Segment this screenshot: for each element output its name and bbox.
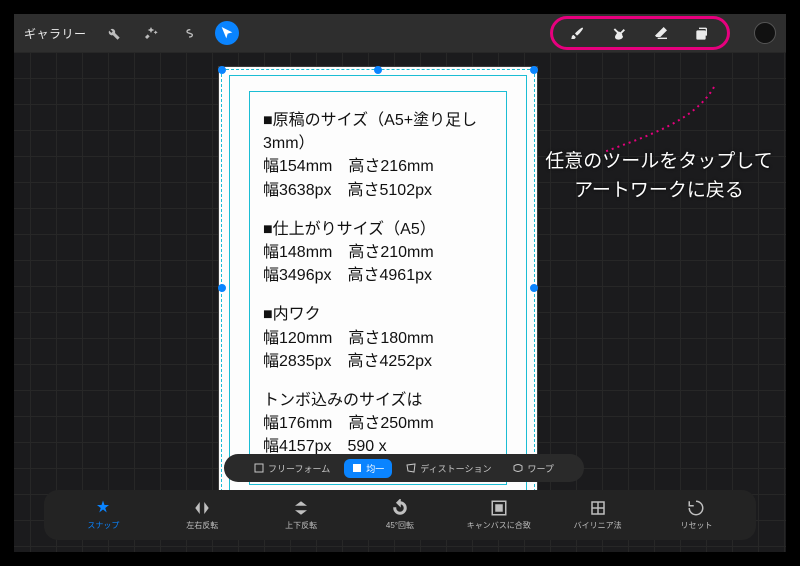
topbar: ギャラリー (14, 14, 786, 52)
handle-top-left[interactable] (218, 66, 226, 74)
mode-freeform[interactable]: フリーフォーム (246, 459, 338, 478)
action-label: 45°回転 (386, 520, 414, 531)
section-title: トンボ込みのサイズは (263, 389, 517, 412)
text-line: 幅3638px 高さ5102px (263, 179, 517, 202)
action-label: スナップ (87, 520, 119, 531)
layers-icon[interactable] (691, 21, 715, 45)
mode-warp[interactable]: ワープ (505, 459, 561, 478)
transform-mode-bar: フリーフォーム 均一 ディストーション ワープ (224, 454, 584, 482)
wand-icon[interactable] (139, 21, 163, 45)
text-line: 幅3496px 高さ4961px (263, 264, 517, 287)
canvas-area[interactable]: ■原稿のサイズ（A5+塗り足し3mm） 幅154mm 高さ216mm 幅3638… (14, 52, 786, 552)
action-bar: スナップ 左右反転 上下反転 45°回転 キャンバスに合致 バイリニア法 (44, 490, 756, 540)
mode-uniform[interactable]: 均一 (344, 459, 392, 478)
text-line: 幅148mm 高さ210mm (263, 241, 517, 264)
handle-mid-right[interactable] (530, 284, 538, 292)
handle-mid-left[interactable] (218, 284, 226, 292)
mode-distort[interactable]: ディストーション (398, 459, 499, 478)
action-label: キャンバスに合致 (467, 520, 531, 531)
action-label: バイリニア法 (574, 520, 622, 531)
action-flip-horizontal[interactable]: 左右反転 (162, 499, 242, 531)
mode-label: フリーフォーム (268, 462, 330, 475)
section-title: ■原稿のサイズ（A5+塗り足し3mm） (263, 109, 517, 155)
action-label: リセット (680, 520, 712, 531)
handle-top-right[interactable] (530, 66, 538, 74)
action-bilinear[interactable]: バイリニア法 (558, 499, 638, 531)
eraser-icon[interactable] (649, 21, 673, 45)
artboard[interactable]: ■原稿のサイズ（A5+塗り足し3mm） 幅154mm 高さ216mm 幅3638… (218, 66, 538, 510)
text-line: 幅2835px 高さ4252px (263, 350, 517, 373)
gallery-button[interactable]: ギャラリー (24, 25, 87, 42)
document-text: ■原稿のサイズ（A5+塗り足し3mm） 幅154mm 高さ216mm 幅3638… (263, 109, 517, 474)
mode-label: ディストーション (420, 462, 491, 475)
action-flip-vertical[interactable]: 上下反転 (261, 499, 341, 531)
wrench-icon[interactable] (101, 21, 125, 45)
pointer-icon[interactable] (215, 21, 239, 45)
action-snap[interactable]: スナップ (63, 499, 143, 531)
action-fit-canvas[interactable]: キャンバスに合致 (459, 499, 539, 531)
mode-label: ワープ (527, 462, 553, 475)
section-title: ■仕上がりサイズ（A5） (263, 218, 517, 241)
text-line: 幅176mm 高さ250mm (263, 412, 517, 435)
lasso-s-icon[interactable] (177, 21, 201, 45)
action-label: 上下反転 (285, 520, 317, 531)
brush-icon[interactable] (565, 21, 589, 45)
text-line: 幅120mm 高さ180mm (263, 327, 517, 350)
text-line: 幅154mm 高さ216mm (263, 155, 517, 178)
right-tools-callout (550, 16, 730, 50)
action-label: 左右反転 (186, 520, 218, 531)
handle-top-mid[interactable] (374, 66, 382, 74)
annotation-text: 任意のツールをタップして アートワークに戻る (514, 148, 800, 205)
color-swatch[interactable] (754, 22, 776, 44)
smudge-icon[interactable] (607, 21, 631, 45)
mode-label: 均一 (366, 462, 384, 475)
action-reset[interactable]: リセット (656, 499, 736, 531)
annotation-line: アートワークに戻る (514, 177, 800, 206)
annotation-line: 任意のツールをタップして (514, 148, 800, 177)
action-rotate-45[interactable]: 45°回転 (360, 499, 440, 531)
section-title: ■内ワク (263, 303, 517, 326)
